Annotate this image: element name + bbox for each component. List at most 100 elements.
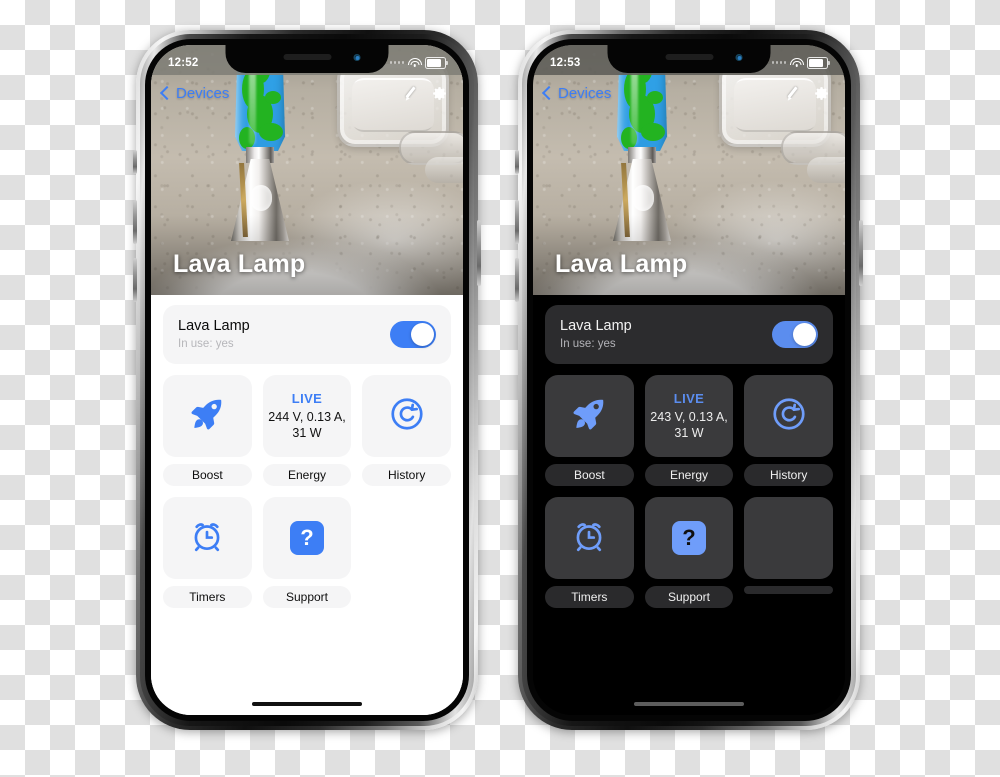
tile-boost[interactable]: Boost — [163, 375, 252, 497]
tile-boost-button[interactable] — [163, 375, 252, 457]
alarm-clock-icon — [188, 517, 226, 560]
wifi-icon — [407, 57, 422, 68]
signal-dots-icon — [771, 61, 786, 64]
tile-timers-button[interactable] — [163, 497, 252, 579]
back-to-devices-button[interactable]: Devices — [541, 84, 612, 102]
device-card-text: Lava Lamp In use: yes — [560, 318, 632, 350]
tile-boost-label: Boost — [545, 464, 634, 486]
pencil-icon[interactable] — [402, 85, 419, 102]
hero-title: Lava Lamp — [555, 250, 688, 278]
tile-support-label: Support — [644, 586, 734, 608]
gear-icon[interactable] — [813, 85, 830, 102]
screenshot-stage: Lava Lamp Devices 12:52 Lava Lamp In use… — [0, 0, 1000, 777]
tile-support-label: Support — [262, 586, 352, 608]
tile-energy-label: Energy — [262, 464, 352, 486]
toggle-knob — [411, 322, 434, 346]
tile-energy[interactable]: LIVE 244 V, 0.13 A, 31 W Energy — [262, 375, 352, 497]
device-status: In use: yes — [560, 338, 616, 350]
silent-switch[interactable] — [515, 150, 519, 174]
power-toggle-switch[interactable] — [390, 320, 436, 348]
device-card-text: Lava Lamp In use: yes — [178, 318, 250, 350]
device-card[interactable]: Lava Lamp In use: yes — [163, 305, 451, 364]
content-area: Lava Lamp In use: yes — [151, 295, 463, 715]
navbar-actions — [402, 85, 448, 102]
back-button-label: Devices — [176, 84, 230, 102]
chevron-left-icon — [159, 85, 175, 101]
wifi-icon — [789, 57, 804, 68]
status-bar-indicators — [771, 52, 830, 69]
tile-history[interactable]: History — [744, 375, 833, 497]
power-toggle-switch[interactable] — [772, 320, 818, 348]
front-camera — [353, 54, 361, 61]
tile-energy-label: Energy — [644, 464, 734, 486]
volume-down-button[interactable] — [133, 258, 137, 302]
tile-timers-button[interactable] — [545, 497, 634, 579]
status-bar-time: 12:53 — [550, 56, 581, 69]
status-bar-indicators — [389, 52, 448, 69]
front-camera — [735, 54, 743, 61]
battery-icon — [807, 56, 830, 69]
toggle-knob — [793, 322, 816, 346]
history-undo-icon — [388, 395, 426, 438]
volume-up-button[interactable] — [515, 200, 519, 244]
live-readout: LIVE 244 V, 0.13 A, 31 W — [263, 391, 352, 442]
tile-timers[interactable]: Timers — [163, 497, 252, 619]
tile-boost-label: Boost — [163, 464, 252, 486]
back-button-label: Devices — [558, 84, 612, 102]
tile-energy-button[interactable]: LIVE 243 V, 0.13 A, 31 W — [644, 375, 734, 457]
tile-history-label: History — [744, 464, 833, 486]
action-tiles-grid: Boost LIVE 244 V, 0.13 A, 31 W Energy Hi… — [163, 375, 451, 619]
volume-down-button[interactable] — [515, 258, 519, 302]
tile-history-button[interactable] — [362, 375, 451, 457]
tile-boost-button[interactable] — [545, 375, 634, 457]
power-button[interactable] — [859, 220, 863, 286]
power-button[interactable] — [477, 220, 481, 286]
action-tiles-grid: Boost LIVE 243 V, 0.13 A, 31 W Energy Hi… — [545, 375, 833, 619]
tile-history-button[interactable] — [744, 375, 833, 457]
navigation-bar: Devices — [151, 75, 463, 111]
question-mark-icon: ? — [289, 521, 324, 555]
pencil-icon[interactable] — [784, 85, 801, 102]
tile-timers[interactable]: Timers — [545, 497, 634, 619]
energy-value: 243 V, 0.13 A, 31 W — [650, 410, 728, 440]
tile-history-label: History — [362, 464, 451, 486]
tile-boost[interactable]: Boost — [545, 375, 634, 497]
chevron-left-icon — [541, 85, 557, 101]
navbar-actions — [784, 85, 830, 102]
device-name: Lava Lamp — [560, 318, 632, 334]
tile-timers-label: Timers — [545, 586, 634, 608]
question-mark-icon: ? — [671, 521, 706, 555]
tile-energy-button[interactable]: LIVE 244 V, 0.13 A, 31 W — [262, 375, 352, 457]
home-indicator[interactable] — [252, 702, 362, 706]
status-bar-time: 12:52 — [168, 56, 199, 69]
tile-empty-slot — [362, 497, 451, 619]
volume-up-button[interactable] — [133, 200, 137, 244]
content-area: Lava Lamp In use: yes — [533, 295, 845, 715]
tile-history[interactable]: History — [362, 375, 451, 497]
live-readout: LIVE 243 V, 0.13 A, 31 W — [645, 391, 734, 442]
tile-support-button[interactable]: ? — [262, 497, 352, 579]
signal-dots-icon — [389, 61, 404, 64]
device-status: In use: yes — [178, 338, 234, 350]
phone-screen: Lava Lamp Devices — [533, 45, 845, 715]
hero-title: Lava Lamp — [173, 250, 306, 278]
phone-dark-mode: Lava Lamp Devices 12:53 Lava Lamp In use… — [515, 30, 863, 730]
gear-icon[interactable] — [431, 85, 448, 102]
home-indicator[interactable] — [634, 702, 744, 706]
earpiece-speaker — [283, 54, 331, 60]
device-card[interactable]: Lava Lamp In use: yes — [545, 305, 833, 364]
back-to-devices-button[interactable]: Devices — [159, 84, 230, 102]
battery-icon — [425, 56, 448, 69]
notch — [225, 45, 389, 73]
tile-support[interactable]: ? Support — [644, 497, 734, 619]
tile-support-button[interactable]: ? — [644, 497, 734, 579]
rocket-icon — [188, 395, 226, 438]
tile-support[interactable]: ? Support — [262, 497, 352, 619]
navigation-bar: Devices — [533, 75, 845, 111]
phone-screen: Lava Lamp Devices — [151, 45, 463, 715]
silent-switch[interactable] — [133, 150, 137, 174]
tile-energy[interactable]: LIVE 243 V, 0.13 A, 31 W Energy — [644, 375, 734, 497]
earpiece-speaker — [665, 54, 713, 60]
tile-timers-label: Timers — [163, 586, 252, 608]
live-badge: LIVE — [291, 390, 323, 406]
